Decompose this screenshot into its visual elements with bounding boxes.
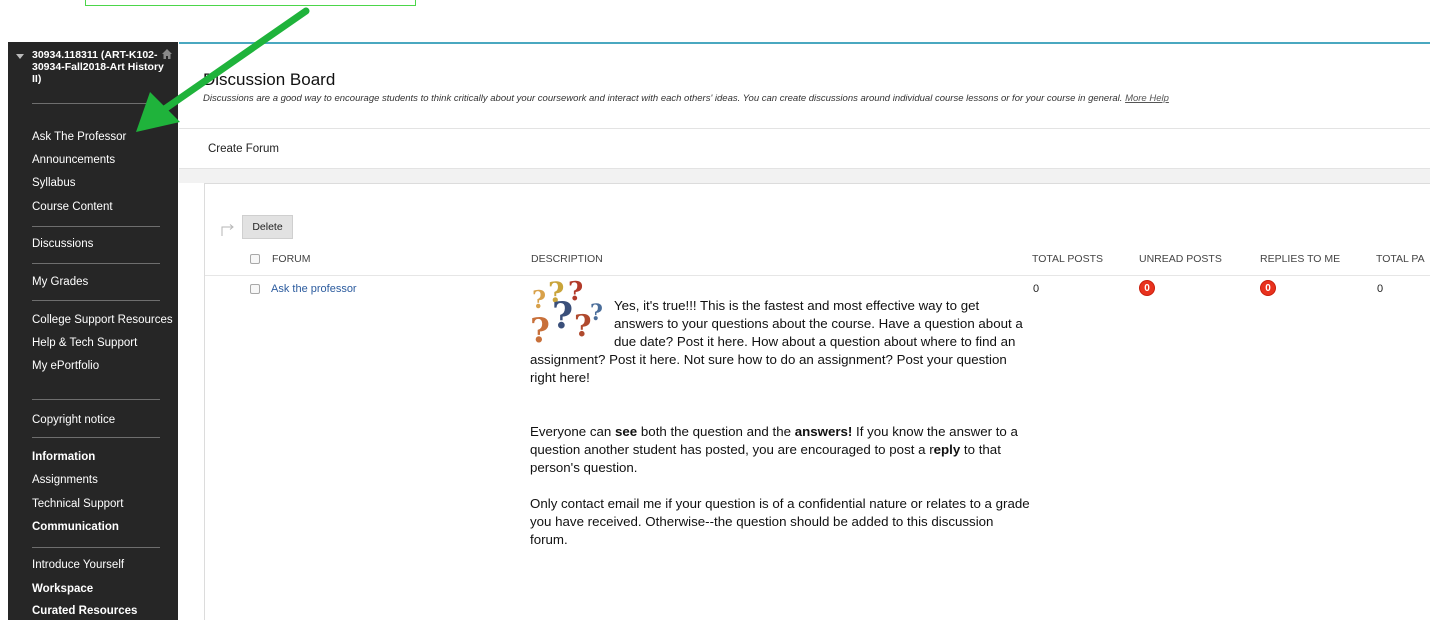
sidebar-heading-information: Information (32, 451, 96, 463)
column-header-total-participants[interactable]: TOTAL PA (1376, 253, 1425, 265)
menu-divider (32, 103, 160, 104)
column-header-unread-posts[interactable]: UNREAD POSTS (1139, 253, 1222, 265)
description-paragraph-3: Only contact email me if your question i… (530, 496, 1030, 547)
sidebar-item-announcements[interactable]: Announcements (32, 151, 115, 169)
replies-to-me-badge[interactable]: 0 (1260, 280, 1276, 296)
course-title[interactable]: 30934.118311 (ART-K102-30934-Fall2018-Ar… (32, 49, 174, 85)
sidebar-item-introduce-yourself[interactable]: Introduce Yourself (32, 556, 124, 574)
total-participants-value: 0 (1377, 283, 1384, 295)
menu-divider (32, 437, 160, 438)
page-description-text: Discussions are a good way to encourage … (203, 93, 1123, 104)
menu-divider (32, 399, 160, 400)
sidebar-heading-workspace: Workspace (32, 583, 94, 595)
table-row: Ask the professor ? ? ? ? ? ? ? Yes, it'… (205, 276, 1430, 616)
forum-list-panel: Delete FORUM DESCRIPTION TOTAL POSTS UNR… (204, 183, 1430, 620)
column-header-description[interactable]: DESCRIPTION (531, 253, 603, 265)
column-header-forum[interactable]: FORUM (272, 253, 311, 265)
header-rule (179, 42, 1430, 44)
sidebar-item-help-tech-support[interactable]: Help & Tech Support (32, 334, 137, 352)
discussion-board-content: Discussion Board Discussions are a good … (179, 42, 1430, 620)
sidebar-item-technical-support[interactable]: Technical Support (32, 495, 123, 513)
total-posts-value: 0 (1033, 283, 1040, 295)
svg-text:?: ? (590, 300, 603, 326)
screen: 30934.118311 (ART-K102-30934-Fall2018-Ar… (0, 0, 1430, 620)
sidebar-item-my-grades[interactable]: My Grades (32, 273, 88, 291)
course-menu-sidebar: 30934.118311 (ART-K102-30934-Fall2018-Ar… (8, 42, 178, 620)
action-bar: Delete (205, 213, 1430, 242)
delete-button[interactable]: Delete (242, 215, 293, 239)
sidebar-item-college-support-resources[interactable]: College Support Resources (32, 311, 173, 329)
sidebar-item-copyright-notice[interactable]: Copyright notice (32, 411, 115, 429)
question-marks-image: ? ? ? ? ? ? ? (530, 280, 603, 344)
more-help-link[interactable]: More Help (1125, 93, 1169, 104)
description-bold-text: eply (933, 442, 961, 457)
title-divider (179, 128, 1430, 129)
description-text: both the question and the (637, 424, 795, 439)
row-checkbox[interactable] (250, 284, 260, 294)
menu-divider (32, 263, 160, 264)
select-all-checkbox[interactable] (250, 254, 260, 264)
sidebar-item-assignments[interactable]: Assignments (32, 471, 98, 489)
home-icon[interactable] (161, 48, 173, 60)
sidebar-heading-curated-resources: Curated Resources (32, 605, 138, 617)
create-forum-button[interactable]: Create Forum (208, 143, 279, 155)
column-header-replies-to-me[interactable]: REPLIES TO ME (1260, 253, 1340, 265)
description-bold-text: answers! (794, 424, 853, 439)
menu-divider (32, 300, 160, 301)
sidebar-item-course-content[interactable]: Course Content (32, 198, 113, 216)
menu-divider (32, 547, 160, 548)
forum-description: ? ? ? ? ? ? ? Yes, it's true!!! This is … (530, 280, 1030, 567)
svg-text:?: ? (574, 309, 592, 344)
unread-posts-badge[interactable]: 0 (1139, 280, 1155, 296)
sidebar-item-syllabus[interactable]: Syllabus (32, 174, 75, 192)
sidebar-heading-communication: Communication (32, 521, 119, 533)
svg-text:?: ? (530, 311, 550, 344)
page-description: Discussions are a good way to encourage … (203, 93, 1169, 104)
forum-link-ask-the-professor[interactable]: Ask the professor (271, 283, 357, 295)
select-all-arrow-icon (221, 224, 234, 236)
description-text: Everyone can (530, 424, 616, 439)
table-header: FORUM DESCRIPTION TOTAL POSTS UNREAD POS… (205, 242, 1430, 276)
svg-text:?: ? (552, 295, 573, 337)
collapse-menu-icon[interactable] (16, 54, 24, 59)
sidebar-item-ask-the-professor[interactable]: Ask The Professor (32, 128, 126, 146)
page-title: Discussion Board (203, 70, 336, 89)
toolbar-band (179, 168, 1430, 183)
sidebar-item-discussions[interactable]: Discussions (32, 235, 93, 253)
sidebar-item-my-eportfolio[interactable]: My ePortfolio (32, 357, 99, 375)
menu-divider (32, 226, 160, 227)
annotation-highlight-box (85, 0, 416, 6)
description-bold-text: see (615, 424, 638, 439)
description-paragraph-2: Everyone can see both the question and t… (530, 405, 1030, 477)
svg-text:?: ? (532, 285, 546, 314)
column-header-total-posts[interactable]: TOTAL POSTS (1032, 253, 1103, 265)
